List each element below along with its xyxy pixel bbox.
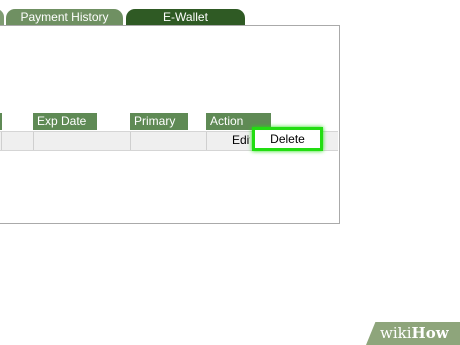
- delete-button[interactable]: Delete: [252, 127, 323, 151]
- watermark-wiki: wiki: [380, 324, 412, 342]
- edit-link[interactable]: Edit: [232, 133, 250, 147]
- tab-partial[interactable]: [0, 9, 4, 26]
- column-header-primary: Primary: [130, 113, 188, 130]
- wikihow-watermark: wikiHow: [366, 322, 460, 345]
- cell-divider: [1, 132, 2, 150]
- column-header-partial: [0, 113, 2, 130]
- cell-divider: [33, 132, 34, 150]
- tab-ewallet[interactable]: E-Wallet: [126, 9, 245, 26]
- cell-divider: [206, 132, 207, 150]
- tab-payment-history[interactable]: Payment History: [6, 9, 123, 26]
- cell-divider: [130, 132, 131, 150]
- watermark-how: How: [411, 324, 449, 342]
- column-header-exp-date: Exp Date: [33, 113, 97, 130]
